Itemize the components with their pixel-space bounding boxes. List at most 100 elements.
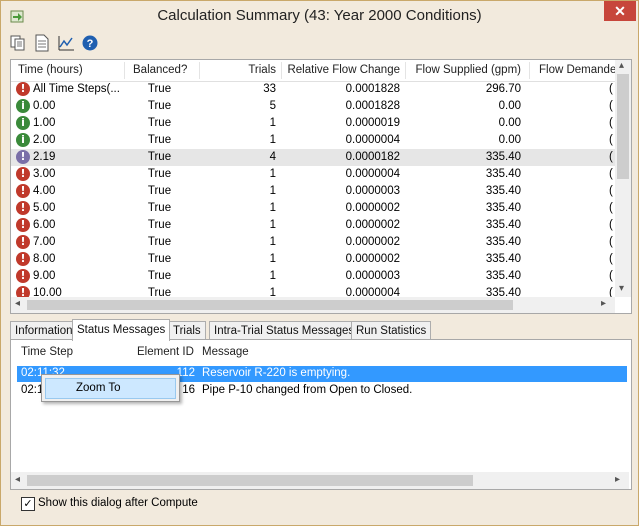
grid-vertical-scrollbar[interactable]: ▴ ▾	[615, 60, 631, 297]
cell-time: 0.00	[33, 100, 56, 112]
warning-status-icon: !	[16, 150, 30, 164]
show-dialog-label: Show this dialog after Compute	[38, 497, 198, 509]
cell-rel-change: 0.0000002	[345, 236, 400, 248]
tab-intra-trial-status-messages[interactable]: Intra-Trial Status Messages	[209, 321, 360, 340]
cell-demanded: (	[609, 185, 613, 197]
cell-rel-change: 0.0000004	[345, 168, 400, 180]
table-row[interactable]: ! 8.00 True 1 0.0000002 335.40 (	[11, 251, 615, 268]
cell-rel-change: 0.0000002	[345, 253, 400, 265]
svg-text:?: ?	[87, 38, 94, 50]
col-element-id[interactable]: Element ID	[137, 346, 194, 358]
scroll-down-icon[interactable]: ▾	[619, 283, 624, 294]
error-status-icon: !	[16, 82, 30, 96]
col-trials[interactable]: Trials	[201, 64, 276, 76]
col-flow-supplied[interactable]: Flow Supplied (gpm)	[407, 64, 521, 76]
calculation-summary-window: Calculation Summary (43: Year 2000 Condi…	[0, 0, 639, 526]
cell-time: 9.00	[33, 270, 56, 282]
table-row[interactable]: ! 6.00 True 1 0.0000002 335.40 (	[11, 217, 615, 234]
graph-icon[interactable]	[57, 34, 75, 52]
table-row[interactable]: ! 7.00 True 1 0.0000002 335.40 (	[11, 234, 615, 251]
grid-rows: ! All Time Steps(... True 33 0.0001828 296.70…	[11, 81, 615, 297]
table-row[interactable]: ! 2.19 True 4 0.0000182 335.40 (	[11, 149, 615, 166]
tab-status-messages[interactable]: Status Messages	[72, 319, 171, 341]
scroll-right-icon[interactable]: ▸	[601, 298, 606, 309]
cell-time: All Time Steps(...	[33, 83, 120, 95]
cell-time: 8.00	[33, 253, 56, 265]
grid-horizontal-scroll-thumb[interactable]	[27, 300, 513, 310]
col-relative-flow-change[interactable]: Relative Flow Change	[283, 64, 400, 76]
cell-time: 1.00	[33, 117, 56, 129]
cell-time: 7.00	[33, 236, 56, 248]
cell-time: 5.00	[33, 202, 56, 214]
cell-balanced: True	[147, 202, 172, 214]
close-button[interactable]: ✕	[604, 1, 636, 21]
grid-horizontal-scrollbar[interactable]: ◂ ▸	[11, 297, 615, 313]
scroll-left-icon[interactable]: ◂	[15, 298, 20, 309]
copy-icon[interactable]	[9, 34, 27, 52]
table-row[interactable]: ! 10.00 True 1 0.0000004 335.40 (	[11, 285, 615, 297]
col-balanced[interactable]: Balanced?	[133, 64, 187, 76]
info-status-icon: i	[16, 99, 30, 113]
col-time[interactable]: Time (hours)	[18, 64, 83, 76]
zoom-to-menu-item[interactable]: Zoom To	[45, 378, 176, 399]
col-message[interactable]: Message	[202, 346, 249, 358]
table-row[interactable]: ! 5.00 True 1 0.0000002 335.40 (	[11, 200, 615, 217]
cell-balanced: True	[147, 253, 172, 265]
cell-trials: 1	[269, 202, 276, 214]
cell-balanced: True	[147, 151, 172, 163]
tab-run-statistics[interactable]: Run Statistics	[351, 321, 432, 340]
table-row[interactable]: ! All Time Steps(... True 33 0.0001828 296.70…	[11, 81, 615, 98]
cell-balanced: True	[147, 117, 172, 129]
cell-balanced: True	[147, 100, 172, 112]
col-time-step[interactable]: Time Step	[21, 346, 73, 358]
table-row[interactable]: i 2.00 True 1 0.0000004 0.00 (	[11, 132, 615, 149]
cell-trials: 5	[269, 100, 276, 112]
error-status-icon: !	[16, 286, 30, 297]
table-row[interactable]: i 1.00 True 1 0.0000019 0.00 (	[11, 115, 615, 132]
window-title: Calculation Summary (43: Year 2000 Condi…	[157, 7, 482, 24]
grid-vertical-scroll-thumb[interactable]	[617, 74, 629, 179]
cell-demanded: (	[609, 219, 613, 231]
report-icon[interactable]	[33, 34, 51, 52]
cell-rel-change: 0.0000002	[345, 202, 400, 214]
tab-information[interactable]: Information	[10, 321, 78, 340]
scroll-up-icon[interactable]: ▴	[619, 60, 624, 71]
scroll-left-icon[interactable]: ◂	[15, 474, 20, 485]
cell-supplied: 335.40	[485, 185, 521, 197]
cell-supplied: 335.40	[485, 270, 521, 282]
cell-trials: 1	[269, 134, 276, 146]
summary-grid[interactable]: Time (hours) Balanced? Trials Relative F…	[10, 59, 632, 314]
table-row[interactable]: ! 9.00 True 1 0.0000003 335.40 (	[11, 268, 615, 285]
cell-supplied: 335.40	[485, 253, 521, 265]
cell-trials: 1	[269, 287, 276, 297]
cell-demanded: (	[609, 134, 613, 146]
info-status-icon: i	[16, 133, 30, 147]
messages-horizontal-scrollbar[interactable]: ◂ ▸	[11, 472, 629, 489]
show-dialog-checkbox[interactable]: ✓	[21, 497, 35, 511]
cell-demanded: (	[609, 270, 613, 282]
table-row[interactable]: ! 4.00 True 1 0.0000003 335.40 (	[11, 183, 615, 200]
cell-time: 6.00	[33, 219, 56, 231]
table-row[interactable]: ! 3.00 True 1 0.0000004 335.40 (	[11, 166, 615, 183]
cell-trials: 1	[269, 270, 276, 282]
error-status-icon: !	[16, 252, 30, 266]
tab-trials[interactable]: Trials	[168, 321, 206, 340]
cell-demanded: (	[609, 202, 613, 214]
table-row[interactable]: i 0.00 True 5 0.0001828 0.00(	[11, 98, 615, 115]
cell-balanced: True	[147, 270, 172, 282]
grid-header: Time (hours) Balanced? Trials Relative F…	[11, 60, 623, 82]
cell-balanced: True	[147, 236, 172, 248]
title-bar[interactable]: Calculation Summary (43: Year 2000 Condi…	[1, 1, 638, 31]
cell-supplied: 335.40	[485, 151, 521, 163]
error-status-icon: !	[16, 269, 30, 283]
cell-trials: 4	[269, 151, 276, 163]
col-flow-demanded[interactable]: Flow Demanded	[539, 64, 623, 76]
cell-trials: 1	[269, 185, 276, 197]
scroll-right-icon[interactable]: ▸	[615, 474, 620, 485]
cell-demanded: (	[609, 151, 613, 163]
cell-trials: 1	[269, 168, 276, 180]
help-icon[interactable]: ?	[81, 34, 99, 52]
cell-demanded: (	[609, 83, 613, 95]
cell-balanced: True	[147, 219, 172, 231]
messages-horizontal-scroll-thumb[interactable]	[27, 475, 473, 486]
